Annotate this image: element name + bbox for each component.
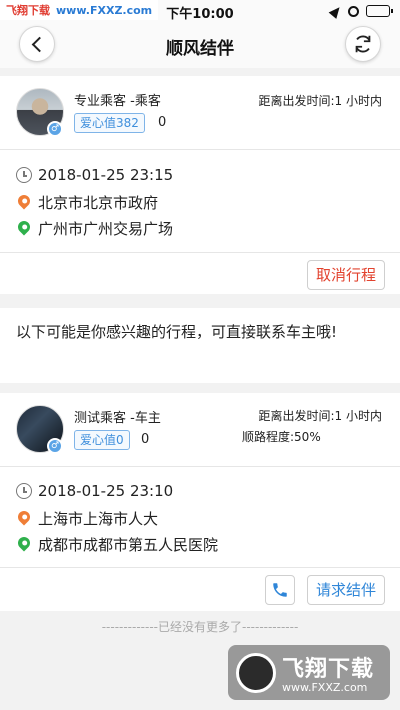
suggested-trip-card: ♂ 测试乘客 -车主 爱心值0 0 距离出发时间:1 小时内 顺路程度:50% …	[0, 393, 400, 611]
watermark-top-brand: 飞翔下载	[6, 4, 50, 17]
origin-pin-icon	[15, 192, 33, 209]
no-more-indicator: -------------已经没有更多了-------------	[101, 620, 299, 634]
watermark-brand: 飞翔下载	[282, 657, 375, 682]
my-trip-header: ♂ 专业乘客 -乘客 爱心值382 0 距离出发时间:1 小时内	[0, 76, 400, 150]
battery-icon	[366, 5, 393, 17]
suggested-trip-header: ♂ 测试乘客 -车主 爱心值0 0 距离出发时间:1 小时内 顺路程度:50%	[0, 393, 400, 467]
trip-datetime-row: 2018-01-25 23:10	[16, 482, 173, 500]
trip-datetime-row: 2018-01-25 23:15	[16, 166, 173, 184]
trip-destination-row: 成都市成都市第五人民医院	[15, 534, 219, 555]
trip-origin: 上海市上海市人大	[38, 510, 159, 528]
refresh-icon	[355, 35, 371, 53]
love-extra-value: 0	[141, 432, 150, 447]
love-value-badge: 爱心值0	[74, 430, 130, 450]
user-name: 专业乘客 -乘客	[74, 94, 161, 109]
love-value-badge: 爱心值382	[74, 113, 145, 133]
watermark-url: www.FXXZ.com	[282, 681, 368, 694]
nav-bar: 顺风结伴	[0, 22, 400, 68]
trip-origin-row: 北京市北京市政府	[15, 192, 159, 213]
trip-origin-row: 上海市上海市人大	[15, 508, 159, 529]
love-extra-value: 0	[158, 115, 167, 130]
cancel-trip-button[interactable]: 取消行程	[306, 260, 385, 290]
location-arrow-icon	[328, 3, 344, 19]
status-icons	[328, 3, 393, 19]
watermark-bottom: 飞翔下载 www.FXXZ.com	[228, 645, 390, 700]
clock-icon	[16, 483, 32, 499]
trip-origin: 北京市北京市政府	[38, 194, 159, 212]
trip-datetime: 2018-01-25 23:15	[38, 166, 174, 184]
user-name: 测试乘客 -车主	[74, 411, 161, 426]
destination-pin-icon	[15, 534, 33, 551]
gender-male-icon: ♂	[47, 438, 63, 454]
my-trip-footer: 取消行程	[0, 252, 400, 296]
my-trip-card: ♂ 专业乘客 -乘客 爱心值382 0 距离出发时间:1 小时内 2018-01…	[0, 76, 400, 294]
page-title: 顺风结伴	[166, 39, 234, 59]
departure-time-remaining: 距离出发时间:1 小时内	[258, 94, 383, 108]
watermark-logo-icon	[236, 653, 276, 693]
route-match-degree: 顺路程度:50%	[242, 430, 321, 444]
phone-icon	[273, 583, 287, 597]
suggestion-text: 以下可能是你感兴趣的行程，可直接联系车主哦!	[0, 308, 400, 383]
refresh-button[interactable]	[345, 26, 381, 62]
suggested-trip-footer: 请求结伴	[0, 567, 400, 611]
origin-pin-icon	[15, 508, 33, 525]
departure-time-remaining: 距离出发时间:1 小时内	[258, 409, 383, 423]
trip-destination: 成都市成都市第五人民医院	[38, 536, 219, 554]
trip-datetime: 2018-01-25 23:10	[38, 482, 174, 500]
destination-pin-icon	[15, 218, 33, 235]
request-companion-button[interactable]: 请求结伴	[306, 575, 385, 605]
call-driver-button[interactable]	[265, 575, 295, 605]
gender-male-icon: ♂	[47, 121, 63, 137]
alarm-icon	[348, 5, 359, 17]
trip-destination-row: 广州市广州交易广场	[15, 218, 174, 239]
watermark-top-url: www.FXXZ.com	[56, 4, 153, 17]
clock-icon	[16, 167, 32, 183]
watermark-top: 飞翔下载 www.FXXZ.com	[0, 0, 159, 20]
trip-destination: 广州市广州交易广场	[38, 220, 174, 238]
